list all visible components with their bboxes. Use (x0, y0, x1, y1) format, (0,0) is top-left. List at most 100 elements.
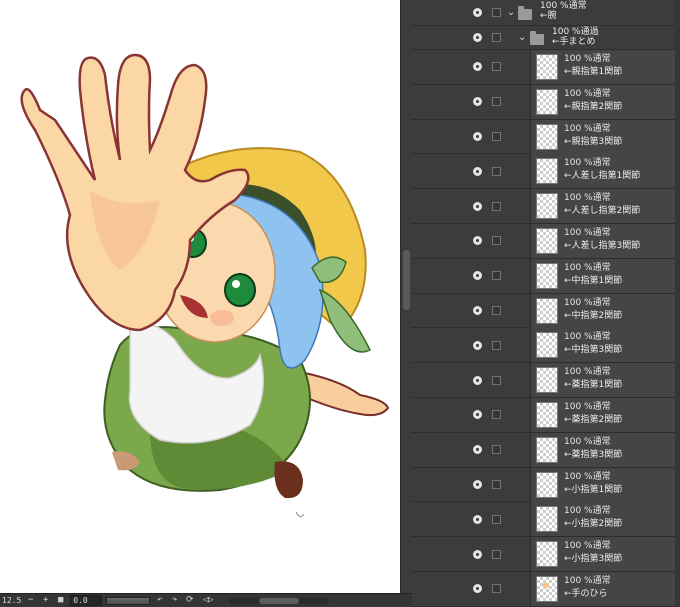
layer-row[interactable]: 100 %通常 ←中指第2関節 (412, 293, 680, 329)
layer-row[interactable]: 100 %通常 ←親指第2関節 (412, 84, 680, 120)
folder-icon (530, 31, 544, 45)
rotation-slider[interactable] (106, 596, 151, 605)
lock-toggle[interactable] (490, 120, 502, 154)
eye-icon (472, 271, 482, 281)
layer-row[interactable]: 100 %通常 ←人差し指第2関節 (412, 189, 680, 224)
canvas-paper[interactable] (0, 0, 400, 593)
eye-icon (472, 549, 482, 559)
lock-toggle[interactable] (490, 85, 502, 119)
visibility-toggle[interactable] (468, 224, 486, 258)
lock-toggle[interactable] (490, 0, 502, 25)
layer-row[interactable]: 100 %通常 ←親指第3関節 (412, 119, 680, 155)
layer-thumbnail (536, 158, 558, 185)
visibility-toggle[interactable] (468, 189, 486, 223)
lock-toggle[interactable] (490, 468, 502, 502)
flip-horizontal-button[interactable]: ◁▷ (199, 595, 217, 606)
layer-opacity-mode: 100 %通常 (564, 88, 611, 99)
layer-row[interactable]: 100 %通常 ←手のひら (412, 572, 680, 607)
layer-label: 100 %通常 ←中指第2関節 (564, 297, 622, 323)
layer-row[interactable]: 100 %通常 ←中指第3関節 (412, 328, 680, 364)
layer-row[interactable]: 100 %通常 ←薬指第1関節 (412, 363, 680, 398)
layer-thumbnail (536, 193, 558, 220)
fit-square-icon[interactable]: ■ (55, 595, 66, 606)
zoom-in-button[interactable]: + (40, 595, 51, 606)
canvas-scroll-thumb[interactable] (403, 250, 410, 310)
canvas-area[interactable] (0, 0, 412, 593)
lock-toggle[interactable] (490, 294, 502, 328)
layer-name: ←人差し指第3関節 (564, 241, 641, 251)
folder-label: 100 %通常 ←腕 (540, 1, 587, 21)
visibility-toggle[interactable] (468, 120, 486, 154)
layer-label: 100 %通常 ←手のひら (564, 575, 611, 601)
visibility-toggle[interactable] (468, 154, 486, 188)
lock-toggle[interactable] (490, 259, 502, 293)
layer-name: ←中指第3関節 (564, 345, 623, 356)
layer-thumbnail (536, 88, 558, 115)
lock-toggle[interactable] (490, 433, 502, 467)
reset-rotation-button[interactable]: ⟳ (184, 595, 195, 606)
lock-checkbox-icon (491, 271, 501, 281)
visibility-toggle[interactable] (468, 328, 486, 362)
lock-checkbox-icon (491, 62, 501, 72)
layer-row[interactable]: 100 %通常 ←人差し指第3関節 (412, 224, 680, 259)
eye-icon (472, 201, 482, 211)
visibility-toggle[interactable] (468, 26, 486, 49)
rotate-right-button[interactable]: ↷ (169, 595, 180, 606)
folder-expand-toggle[interactable]: ⌄ (507, 0, 515, 25)
layer-row[interactable]: 100 %通常 ←薬指第2関節 (412, 398, 680, 433)
layer-label: 100 %通常 ←親指第1関節 (564, 53, 622, 79)
lock-checkbox-icon (491, 584, 501, 594)
visibility-toggle[interactable] (468, 259, 486, 293)
layer-opacity-mode: 100 %通常 (564, 193, 611, 204)
lock-toggle[interactable] (490, 537, 502, 571)
layer-name: ←親指第3関節 (564, 136, 623, 147)
rotation-angle-input[interactable]: 0.0 (70, 595, 103, 606)
layer-folder-row[interactable]: ⌄ 100 %通過 ←手まとめ (412, 26, 680, 50)
zoom-out-button[interactable]: − (25, 595, 36, 606)
lock-toggle[interactable] (490, 398, 502, 432)
layer-row[interactable]: 100 %通常 ←親指第1関節 (412, 50, 680, 85)
layer-row[interactable]: 100 %通常 ←人差し指第1関節 (412, 154, 680, 190)
visibility-toggle[interactable] (468, 0, 486, 25)
visibility-toggle[interactable] (468, 398, 486, 432)
eye-icon (472, 305, 482, 315)
lock-toggle[interactable] (490, 224, 502, 258)
folder-expand-toggle[interactable]: ⌄ (518, 26, 526, 49)
lock-toggle[interactable] (490, 50, 502, 84)
eye-icon (472, 410, 482, 420)
layer-name: ←薬指第3関節 (564, 449, 623, 460)
layer-thumbnail (536, 228, 558, 254)
layer-opacity-mode: 100 %通常 (564, 506, 611, 517)
rotate-left-button[interactable]: ↶ (154, 595, 165, 606)
layer-folder-row[interactable]: ⌄ 100 %通常 ←腕 (412, 0, 680, 26)
visibility-toggle[interactable] (468, 468, 486, 502)
lock-toggle[interactable] (490, 328, 502, 362)
lock-toggle[interactable] (490, 189, 502, 223)
visibility-toggle[interactable] (468, 572, 486, 606)
layer-row[interactable]: 100 %通常 ←小指第1関節 (412, 467, 680, 503)
visibility-toggle[interactable] (468, 502, 486, 536)
canvas-vertical-scrollbar[interactable] (400, 0, 412, 593)
horizontal-scroll-thumb[interactable] (259, 597, 300, 604)
artwork-illustration (20, 53, 390, 518)
layer-opacity-mode: 100 %通常 (564, 123, 611, 134)
layer-thumbnail (536, 436, 558, 463)
visibility-toggle[interactable] (468, 363, 486, 397)
visibility-toggle[interactable] (468, 85, 486, 119)
lock-toggle[interactable] (490, 154, 502, 188)
visibility-toggle[interactable] (468, 433, 486, 467)
lock-toggle[interactable] (490, 363, 502, 397)
lock-toggle[interactable] (490, 26, 502, 49)
lock-toggle[interactable] (490, 572, 502, 606)
layer-row[interactable]: 100 %通常 ←中指第1関節 (412, 258, 680, 294)
layer-row[interactable]: 100 %通常 ←小指第2関節 (412, 502, 680, 538)
visibility-toggle[interactable] (468, 294, 486, 328)
layer-panel-scrollbar[interactable] (675, 0, 680, 607)
layer-row[interactable]: 100 %通常 ←薬指第3関節 (412, 432, 680, 468)
horizontal-scrollbar[interactable] (229, 597, 330, 604)
layer-row[interactable]: 100 %通常 ←小指第3関節 (412, 537, 680, 572)
visibility-toggle[interactable] (468, 50, 486, 84)
layer-name: ←中指第2関節 (564, 310, 623, 321)
visibility-toggle[interactable] (468, 537, 486, 571)
lock-toggle[interactable] (490, 502, 502, 536)
